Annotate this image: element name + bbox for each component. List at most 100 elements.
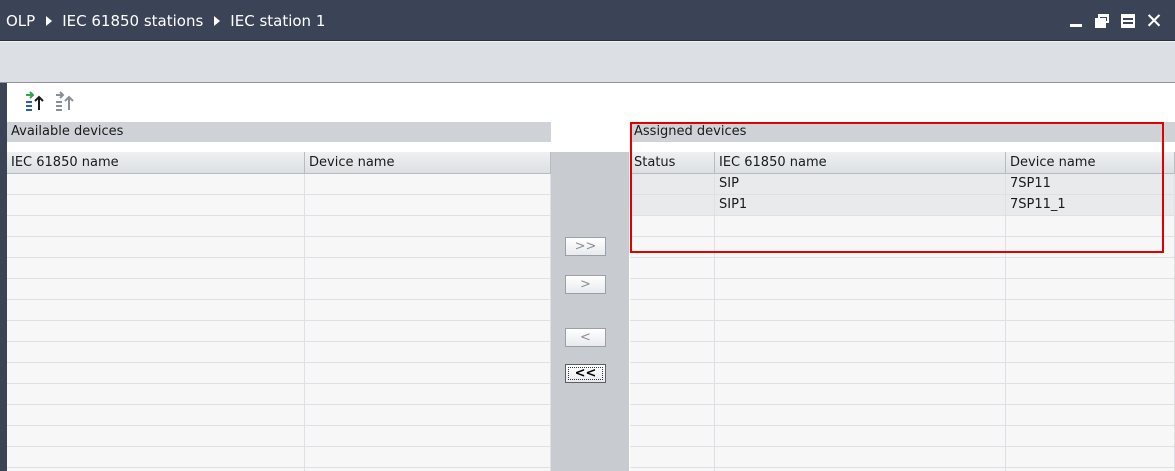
empty-table-row[interactable] [7,321,551,342]
empty-table-row[interactable] [7,216,551,237]
table-cell [715,279,1006,299]
empty-table-row[interactable] [7,426,551,447]
breadcrumb-item-iec-station-1[interactable]: IEC station 1 [230,12,325,30]
table-cell [1006,363,1175,383]
table-cell [305,321,551,341]
empty-table-row[interactable] [630,279,1175,300]
breadcrumb-separator-icon [46,15,53,26]
transfer-panel: >> > < << [551,152,629,471]
assign-all-button[interactable]: >> [565,237,606,256]
table-cell [305,195,551,215]
empty-table-row[interactable] [7,195,551,216]
empty-table-row[interactable] [7,258,551,279]
empty-table-row[interactable] [630,384,1175,405]
table-cell: 7SP11_1 [1006,195,1175,215]
table-cell [715,258,1006,278]
empty-table-row[interactable] [630,426,1175,447]
table-cell [7,174,305,194]
window-controls: ✕ [1067,0,1163,41]
table-cell: 7SP11 [1006,174,1175,194]
column-device-name[interactable]: Device name [1006,152,1175,173]
table-cell: SIP [715,174,1006,194]
editor-toolbar [24,91,76,113]
empty-table-row[interactable] [630,405,1175,426]
available-devices-grid[interactable] [7,174,551,471]
empty-table-row[interactable] [630,447,1175,468]
empty-table-row[interactable] [630,321,1175,342]
table-cell [630,342,715,362]
float-window-icon[interactable] [1093,12,1111,30]
unassign-button[interactable]: < [565,328,606,347]
table-cell [305,405,551,425]
table-cell [305,342,551,362]
table-cell [1006,300,1175,320]
table-cell [630,300,715,320]
table-cell [630,405,715,425]
assign-device-icon[interactable] [24,91,46,111]
table-cell [715,321,1006,341]
table-cell [630,384,715,404]
table-row[interactable]: SIP1 7SP11_1 [630,195,1175,216]
available-devices-title: Available devices [7,122,551,142]
table-cell [7,237,305,257]
empty-table-row[interactable] [630,237,1175,258]
assign-button[interactable]: > [565,275,606,294]
table-cell [630,426,715,446]
table-cell [305,426,551,446]
table-cell [715,300,1006,320]
empty-table-row[interactable] [7,237,551,258]
table-cell [7,363,305,383]
column-status[interactable]: Status [630,152,715,173]
table-cell [715,216,1006,236]
table-row[interactable]: SIP 7SP11 [630,174,1175,195]
table-cell [1006,321,1175,341]
column-iec-name[interactable]: IEC 61850 name [715,152,1006,173]
table-cell [1006,447,1175,467]
empty-table-row[interactable] [7,447,551,468]
assigned-devices-title: Assigned devices [630,122,1175,142]
unassign-device-icon[interactable] [54,91,76,111]
table-cell [630,321,715,341]
table-cell [1006,405,1175,425]
empty-table-row[interactable] [7,300,551,321]
table-cell [630,237,715,257]
empty-table-row[interactable] [7,342,551,363]
empty-table-row[interactable] [7,174,551,195]
breadcrumb-item-olp[interactable]: OLP [6,12,35,30]
table-cell [630,279,715,299]
column-device-name[interactable]: Device name [305,152,551,173]
table-cell [7,426,305,446]
table-cell [7,258,305,278]
column-iec-name[interactable]: IEC 61850 name [7,152,305,173]
assigned-devices-grid[interactable]: SIP 7SP11 SIP1 7SP11_1 [630,174,1175,471]
minimize-icon[interactable] [1067,12,1085,30]
table-cell [1006,384,1175,404]
table-cell [1006,342,1175,362]
table-cell [7,300,305,320]
empty-table-row[interactable] [7,405,551,426]
empty-table-row[interactable] [630,342,1175,363]
empty-table-row[interactable] [630,216,1175,237]
table-cell [715,384,1006,404]
available-devices-header: IEC 61850 name Device name [7,152,551,174]
maximize-icon[interactable] [1119,12,1137,30]
table-cell [305,258,551,278]
empty-table-row[interactable] [7,384,551,405]
unassign-all-button[interactable]: << [565,364,606,383]
empty-table-row[interactable] [630,258,1175,279]
empty-table-row[interactable] [630,363,1175,384]
empty-table-row[interactable] [7,363,551,384]
table-cell [630,258,715,278]
close-icon[interactable]: ✕ [1145,10,1163,31]
assigned-devices-header: Status IEC 61850 name Device name [630,152,1175,174]
empty-table-row[interactable] [630,300,1175,321]
table-cell [630,216,715,236]
table-cell [305,279,551,299]
table-cell [7,216,305,236]
table-cell [305,384,551,404]
empty-table-row[interactable] [7,279,551,300]
table-cell [7,384,305,404]
breadcrumb-item-iec-stations[interactable]: IEC 61850 stations [62,12,203,30]
table-cell [1006,258,1175,278]
table-cell [7,405,305,425]
